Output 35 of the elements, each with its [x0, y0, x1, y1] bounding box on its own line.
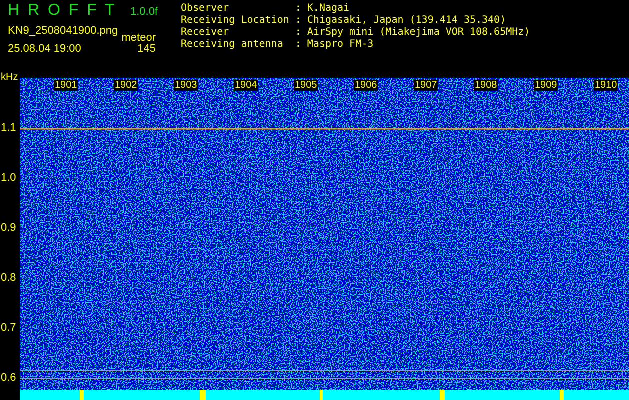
- field-value: K.Nagai: [307, 3, 351, 15]
- time-label: 1903: [174, 80, 198, 91]
- date-time: 25.08.04 19:00: [8, 43, 82, 55]
- axis-unit: kHz: [1, 72, 18, 83]
- axis-label: 0.8: [1, 272, 16, 284]
- field-label: Receiver: [181, 27, 230, 39]
- axis-label: 0.9: [1, 222, 16, 234]
- mode-label: meteor: [122, 32, 156, 44]
- axis-label: 1.1: [1, 122, 16, 134]
- time-label: 1901: [54, 80, 78, 91]
- app-title: H R O F F T: [8, 2, 117, 20]
- field-value: Chigasaki, Japan (139.414 35.340): [307, 15, 508, 27]
- time-label: 1904: [234, 80, 258, 91]
- time-label: 1908: [474, 80, 498, 91]
- field-value: Maspro FM-3: [307, 39, 375, 51]
- time-label: 1909: [534, 80, 558, 91]
- axis-label: 0.6: [1, 372, 16, 384]
- separator: :: [295, 39, 302, 51]
- field-value: AirSpy mini (Miakejima VOR 108.65MHz): [307, 27, 530, 39]
- time-label: 1907: [414, 80, 438, 91]
- separator: :: [295, 27, 302, 39]
- file-name: KN9_2508041900.png: [8, 25, 118, 37]
- time-label: 1910: [594, 80, 618, 91]
- time-label: 1902: [114, 80, 138, 91]
- version-label: 1.0.0f: [130, 6, 158, 18]
- time-label: 1906: [354, 80, 378, 91]
- time-label: 1905: [294, 80, 318, 91]
- meteor-count: 145: [138, 43, 156, 55]
- field-label: Receiving Location: [181, 15, 290, 27]
- axis-label: 1.0: [1, 172, 16, 184]
- separator: :: [295, 3, 302, 15]
- axis-label: 0.7: [1, 322, 16, 334]
- field-label: Observer: [181, 3, 230, 15]
- field-label: Receiving antenna: [181, 39, 284, 51]
- separator: :: [295, 15, 302, 27]
